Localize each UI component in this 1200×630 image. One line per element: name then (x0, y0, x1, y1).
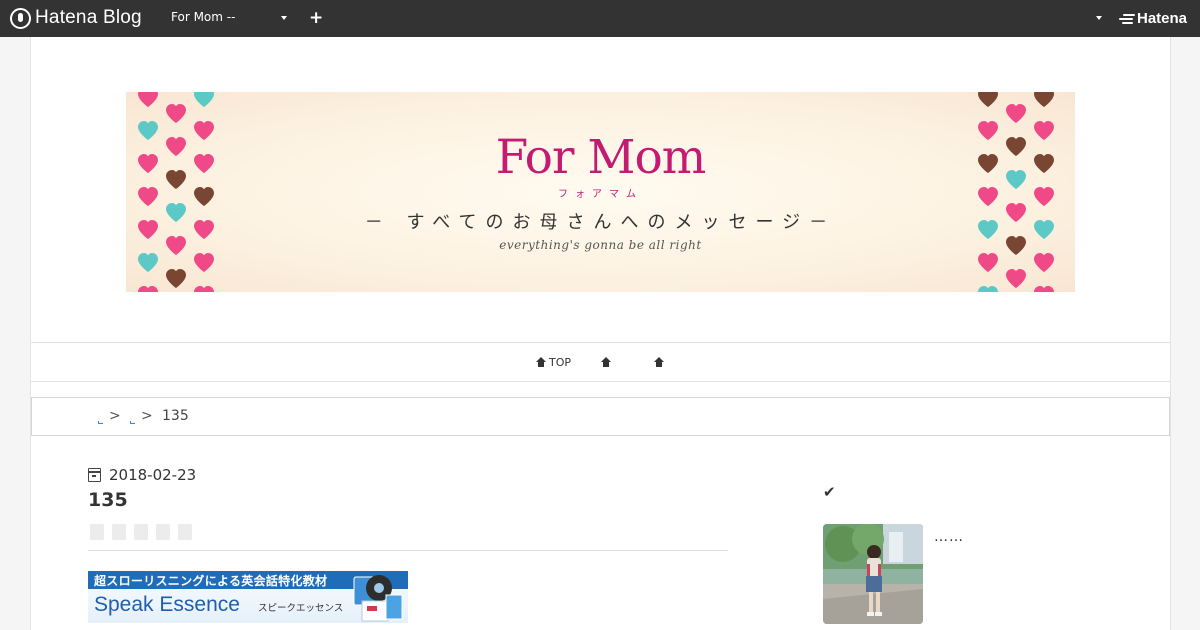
share-buttons (90, 524, 200, 540)
hatena-blog-logo[interactable]: Hatena Blog (10, 7, 142, 29)
heart-icon (138, 92, 158, 107)
heart-icon (194, 286, 214, 292)
share-button[interactable] (134, 524, 148, 540)
share-button[interactable] (178, 524, 192, 540)
home-icon (654, 357, 664, 367)
nav-item-2[interactable] (601, 355, 614, 369)
banner-subtitle: everything's gonna be all right (499, 238, 702, 252)
profile-description: …… (934, 529, 964, 545)
entry-title[interactable]: 135 (88, 489, 128, 511)
nav-item-3[interactable] (654, 355, 667, 369)
ad-brand: Speak Essence (94, 593, 240, 616)
global-nav: TOP (31, 342, 1170, 382)
heart-icon (166, 104, 186, 123)
heart-icon (1034, 92, 1054, 107)
nav-item-label: TOP (549, 355, 572, 369)
heart-icon (194, 92, 214, 107)
breadcrumb-separator: > (141, 408, 153, 424)
calendar-icon (88, 468, 101, 482)
chevron-down-icon (281, 16, 287, 20)
heart-icon (978, 253, 998, 272)
home-icon (536, 357, 546, 367)
blog-container: For Mom フォアマム － すべてのお母さんへのメッセージ－ everyth… (30, 37, 1171, 630)
banner-kana: フォアマム (558, 189, 643, 200)
brand-text: Hatena Blog (35, 7, 142, 28)
banner-title: For Mom (495, 130, 707, 185)
banner-tagline: － すべてのお母さんへのメッセージ－ (364, 212, 837, 233)
breadcrumb: > > 135 (31, 397, 1170, 436)
heart-icon (978, 92, 998, 107)
hatena-topbar: Hatena Blog For Mom -- + Hatena (0, 0, 1200, 37)
blog-selector-label: For Mom -- (171, 10, 236, 24)
heart-icon (166, 269, 186, 288)
product-package-icon (353, 575, 403, 622)
ad-brand-kana: スピークエッセンス (258, 603, 344, 614)
heart-icon (138, 286, 158, 292)
blog-header-banner[interactable]: For Mom フォアマム － すべてのお母さんへのメッセージ－ everyth… (126, 92, 1075, 292)
hatena-blog-icon (10, 7, 31, 29)
user-menu-chevron-icon[interactable] (1096, 16, 1102, 20)
entry-date[interactable]: 2018-02-23 (88, 466, 196, 484)
nav-item-top[interactable]: TOP (536, 355, 571, 369)
heart-icon (138, 253, 158, 272)
share-button[interactable] (90, 524, 104, 540)
share-button[interactable] (112, 524, 126, 540)
ad-headline: 超スローリスニングによる英会話特化教材 (94, 574, 328, 588)
profile-photo (823, 524, 923, 624)
heart-icon (1006, 104, 1026, 123)
share-button[interactable] (156, 524, 170, 540)
entry-date-text: 2018-02-23 (109, 466, 197, 484)
breadcrumb-link-home[interactable] (98, 421, 103, 424)
divider (88, 550, 728, 551)
add-entry-button[interactable]: + (309, 8, 325, 28)
heart-icon (194, 253, 214, 272)
hatena-logo[interactable]: Hatena (1119, 10, 1187, 27)
heart-icon (1034, 286, 1054, 292)
blog-selector[interactable]: For Mom -- (171, 10, 289, 28)
breadcrumb-link-category[interactable] (130, 421, 135, 424)
home-icon (601, 357, 611, 367)
speak-essence-ad[interactable]: 超スローリスニングによる英会話特化教材 Speak Essence スピークエッ… (88, 571, 408, 623)
breadcrumb-current: 135 (162, 408, 189, 424)
heart-icon (1006, 269, 1026, 288)
hatena-label: Hatena (1137, 10, 1188, 27)
heart-icon (978, 286, 998, 292)
profile-image[interactable] (823, 524, 923, 624)
breadcrumb-separator: > (109, 408, 121, 424)
check-icon: ✔ (823, 483, 836, 501)
heart-icon (1034, 253, 1054, 272)
hatena-icon (1119, 13, 1135, 25)
